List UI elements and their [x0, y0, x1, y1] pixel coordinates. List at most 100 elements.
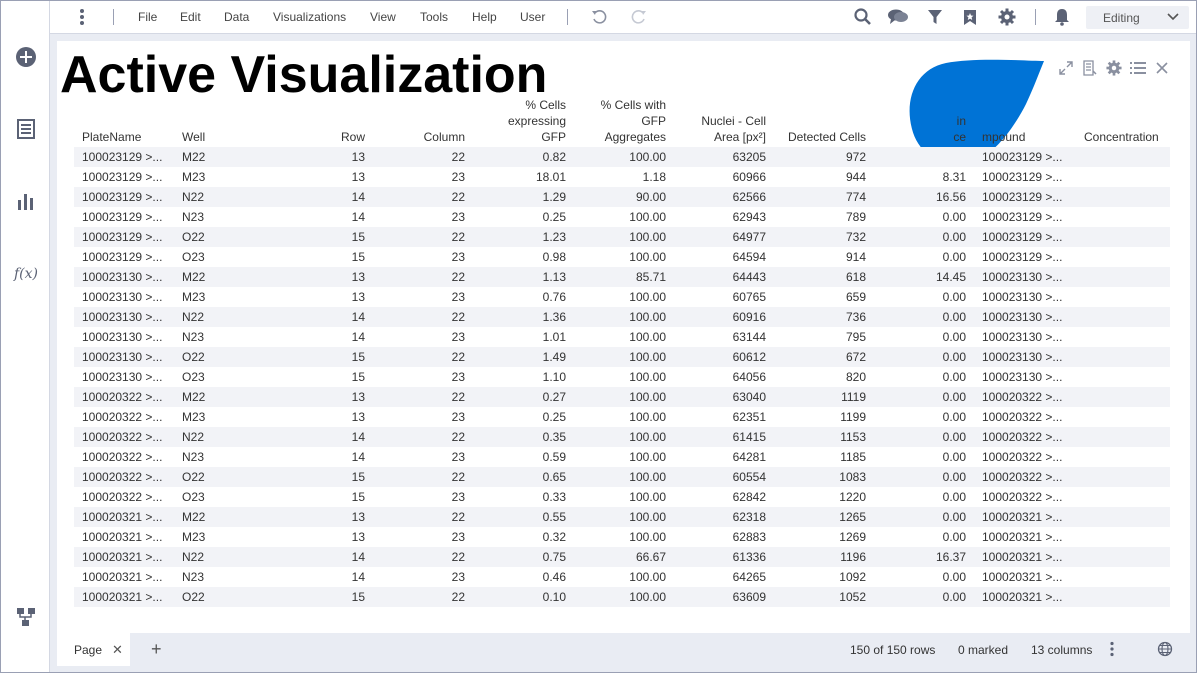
add-page-icon[interactable]: +	[151, 639, 162, 660]
table-row[interactable]: 100023130 >... O23 15 23 1.10 100.00 64056 820 0…	[74, 367, 1170, 387]
table-row[interactable]: 100020322 >... N23 14 23 0.59 100.00 64281 1185…	[74, 447, 1170, 467]
table-row[interactable]: 100023129 >... N22 14 22 1.29 90.00 62566 774 16…	[74, 187, 1170, 207]
column-header[interactable]: Concentration	[1084, 129, 1169, 145]
table-cell: 100020322 >...	[82, 490, 163, 504]
table-cell: 23	[451, 450, 465, 464]
table-row[interactable]: 100020321 >... N23 14 23 0.46 100.00 64265 1092…	[74, 567, 1170, 587]
menu-data[interactable]: Data	[224, 10, 249, 24]
page-tab[interactable]: Page ✕	[57, 633, 130, 666]
table-row[interactable]: 100020321 >... M22 13 22 0.55 100.00 62318 1265…	[74, 507, 1170, 527]
table-cell: 0.27	[542, 390, 566, 404]
table-cell: M23	[182, 410, 206, 424]
close-page-icon[interactable]: ✕	[112, 642, 123, 658]
table-cell: N22	[182, 310, 205, 324]
more-icon[interactable]	[71, 6, 93, 28]
table-cell: 14.45	[935, 270, 966, 284]
column-header-line: Well	[182, 130, 206, 144]
table-cell: 100023129 >...	[82, 230, 163, 244]
table-row[interactable]: 100023130 >... M23 13 23 0.76 100.00 60765 659 0…	[74, 287, 1170, 307]
column-header[interactable]: Detected Cells	[776, 129, 866, 145]
table-row[interactable]: 100020322 >... M23 13 23 0.25 100.00 62351 1199…	[74, 407, 1170, 427]
table-cell: 100023129 >...	[982, 190, 1063, 204]
table-cell: 1.01	[542, 330, 566, 344]
list-icon[interactable]	[1128, 58, 1148, 78]
table-cell: 732	[845, 230, 866, 244]
menu-tools[interactable]: Tools	[420, 10, 448, 24]
menu-edit[interactable]: Edit	[180, 10, 201, 24]
table-row[interactable]: 100023129 >... N23 14 23 0.25 100.00 62943 789 0…	[74, 207, 1170, 227]
notification-icon[interactable]	[1051, 6, 1073, 28]
column-header[interactable]: Nuclei - Cell Area [px²]	[676, 113, 766, 145]
menu-file[interactable]: File	[138, 10, 157, 24]
menu-help[interactable]: Help	[472, 10, 497, 24]
add-icon[interactable]	[13, 44, 39, 70]
comments-icon[interactable]	[887, 6, 909, 28]
column-header[interactable]: in ce	[876, 97, 966, 145]
bar-chart-icon[interactable]	[13, 188, 39, 214]
table-cell: 62566	[732, 190, 766, 204]
globe-icon[interactable]	[1157, 641, 1173, 660]
table-cell: 1092	[839, 570, 866, 584]
table-row[interactable]: 100023129 >... O22 15 22 1.23 100.00 64977 732 0…	[74, 227, 1170, 247]
function-icon[interactable]: f(x)	[13, 260, 39, 286]
table-cell: 0.32	[542, 530, 566, 544]
close-icon[interactable]	[1152, 58, 1172, 78]
table-row[interactable]: 100023130 >... M22 13 22 1.13 85.71 64443 618 14…	[74, 267, 1170, 287]
table-cell: 0.10	[542, 590, 566, 604]
table-cell: 914	[845, 250, 866, 264]
table-cell: 100.00	[629, 470, 666, 484]
table-row[interactable]: 100020322 >... O22 15 22 0.65 100.00 60554 1083…	[74, 467, 1170, 487]
table-row[interactable]: 100023130 >... O22 15 22 1.49 100.00 60612 672 0…	[74, 347, 1170, 367]
settings-icon[interactable]	[1104, 58, 1124, 78]
chevron-down-icon	[1167, 13, 1179, 21]
undo-icon[interactable]	[588, 6, 610, 28]
column-header[interactable]: Row	[299, 129, 365, 145]
table-row[interactable]: 100023129 >... M22 13 22 0.82 100.00 63205 972 1…	[74, 147, 1170, 167]
table-row[interactable]: 100020322 >... O23 15 23 0.33 100.00 62842 1220…	[74, 487, 1170, 507]
bookmark-icon[interactable]	[959, 6, 981, 28]
details-icon[interactable]	[1080, 58, 1100, 78]
column-header[interactable]: Column	[375, 129, 465, 145]
table-cell: 100020321 >...	[82, 590, 163, 604]
table-row[interactable]: 100020321 >... M23 13 23 0.32 100.00 62883 1269…	[74, 527, 1170, 547]
column-header-line: Detected Cells	[787, 130, 866, 144]
table-body[interactable]: 100023129 >... M22 13 22 0.82 100.00 63205 972 1…	[74, 147, 1170, 617]
data-flow-icon[interactable]	[13, 604, 39, 630]
menu-visualizations[interactable]: Visualizations	[273, 10, 346, 24]
settings-icon[interactable]	[996, 6, 1018, 28]
redo-icon[interactable]	[628, 6, 650, 28]
table-cell: 15	[351, 230, 365, 244]
menu-view[interactable]: View	[370, 10, 396, 24]
table-cell: 62943	[732, 210, 766, 224]
table-row[interactable]: 100020321 >... O22 15 22 0.10 100.00 63609 1052…	[74, 587, 1170, 607]
search-icon[interactable]	[852, 6, 874, 28]
column-header[interactable]: Well	[182, 129, 242, 145]
table-row[interactable]: 100023129 >... O23 15 23 0.98 100.00 64594 914 0…	[74, 247, 1170, 267]
table-row[interactable]: 100023130 >... N22 14 22 1.36 100.00 60916 736 0…	[74, 307, 1170, 327]
mode-select[interactable]: Editing	[1086, 6, 1189, 29]
table-row[interactable]: 100020322 >... N22 14 22 0.35 100.00 61415 1153…	[74, 427, 1170, 447]
column-header[interactable]: PlateName	[82, 129, 172, 145]
data-table-icon[interactable]	[13, 116, 39, 142]
table-cell: 944	[845, 170, 866, 184]
table-cell: 0.00	[942, 290, 966, 304]
table-cell: 100020321 >...	[82, 530, 163, 544]
column-header[interactable]: % Cells with GFP Aggregates	[576, 97, 666, 145]
table-row[interactable]: 100023129 >... M23 13 23 18.01 1.18 60966 944 8.…	[74, 167, 1170, 187]
more-icon[interactable]	[1109, 641, 1115, 660]
table-cell: 15	[351, 350, 365, 364]
table-cell: 100023130 >...	[982, 350, 1063, 364]
table-cell: O23	[182, 250, 205, 264]
table-row[interactable]: 100020321 >... N22 14 22 0.75 66.67 61336 1196 1…	[74, 547, 1170, 567]
maximize-icon[interactable]	[1056, 58, 1076, 78]
table-cell: 0.00	[942, 510, 966, 524]
column-header[interactable]: % Cells expressing GFP	[475, 97, 566, 145]
table-cell: M22	[182, 390, 206, 404]
table-row[interactable]: 100020322 >... M22 13 22 0.27 100.00 63040 1119…	[74, 387, 1170, 407]
filter-icon[interactable]	[924, 6, 946, 28]
page-tab-label: Page	[74, 643, 103, 657]
table-cell: M23	[182, 170, 206, 184]
menu-user[interactable]: User	[520, 10, 545, 24]
table-row[interactable]: 100023130 >... N23 14 23 1.01 100.00 63144 795 0…	[74, 327, 1170, 347]
column-header[interactable]: mpound	[982, 129, 1077, 145]
